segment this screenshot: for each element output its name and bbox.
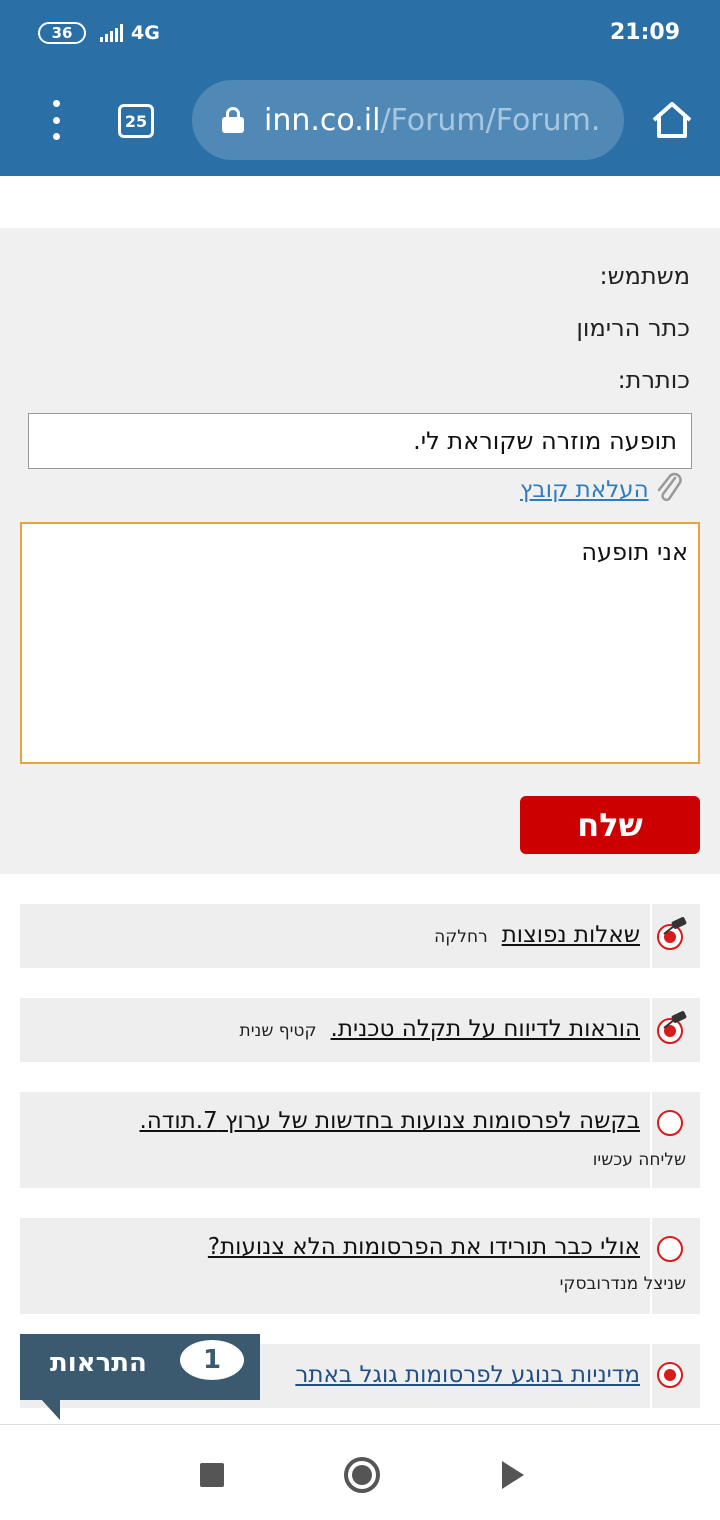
topic-author: רחלקה bbox=[434, 927, 488, 947]
recents-icon[interactable] bbox=[200, 1463, 224, 1487]
signal-icon bbox=[100, 24, 123, 42]
network-type: 4G bbox=[131, 22, 160, 44]
browser-header: 36 4G 21:09 25 inn.co.il/Forum/Forum. bbox=[0, 0, 720, 176]
topic-status-icon bbox=[657, 1110, 683, 1136]
username: כתר הרימון bbox=[576, 314, 690, 342]
topic-title[interactable]: אולי כבר תורידו את הפרסומות הלא צנועות? bbox=[208, 1234, 640, 1260]
topic-status-icon bbox=[657, 1236, 683, 1262]
tabs-button[interactable]: 25 bbox=[118, 104, 154, 138]
topic-title[interactable]: בקשה לפרסומות צנועות בחדשות של ערוץ 7.תו… bbox=[139, 1108, 640, 1134]
status-indicators: 36 4G bbox=[38, 22, 160, 44]
list-item[interactable]: הוראות לדיווח על תקלה טכנית. קטיף שנית bbox=[20, 998, 700, 1062]
lock-icon bbox=[222, 107, 244, 133]
list-item[interactable]: אולי כבר תורידו את הפרסומות הלא צנועות? … bbox=[20, 1218, 700, 1314]
url-text: inn.co.il/Forum/Forum. bbox=[264, 102, 601, 138]
clock: 21:09 bbox=[609, 20, 680, 45]
topic-title[interactable]: מדיניות בנוגע לפרסומות גוגל באתר bbox=[295, 1362, 640, 1388]
message-textarea[interactable]: אני תופעה bbox=[20, 522, 700, 764]
battery-icon: 36 bbox=[38, 22, 86, 44]
pin-icon bbox=[663, 917, 687, 935]
list-item[interactable]: שאלות נפוצות רחלקה bbox=[20, 904, 700, 968]
topic-status-icon bbox=[657, 1362, 683, 1388]
title-input[interactable] bbox=[28, 413, 692, 469]
pin-icon bbox=[663, 1011, 687, 1029]
topic-author: שניצל מנדרובסקי bbox=[559, 1274, 686, 1294]
notifications-tail bbox=[40, 1398, 60, 1420]
reply-form: משתמש: כתר הרימון כותרת: העלאת קובץ אני … bbox=[0, 228, 720, 874]
notifications-button[interactable]: התראות 1 bbox=[20, 1334, 260, 1400]
back-nav-icon[interactable] bbox=[502, 1461, 524, 1489]
system-nav-bar bbox=[0, 1424, 720, 1520]
paperclip-icon bbox=[657, 472, 682, 502]
upload-file[interactable]: העלאת קובץ bbox=[520, 470, 683, 510]
home-nav-icon[interactable] bbox=[344, 1457, 380, 1493]
menu-icon[interactable] bbox=[44, 100, 68, 140]
user-label: משתמש: bbox=[599, 262, 690, 290]
upload-file-link[interactable]: העלאת קובץ bbox=[520, 477, 649, 503]
topic-author: שליחה עכשיו bbox=[592, 1150, 686, 1170]
notifications-label: התראות bbox=[50, 1348, 147, 1378]
topic-title[interactable]: הוראות לדיווח על תקלה טכנית. bbox=[331, 1016, 640, 1042]
topic-author: קטיף שנית bbox=[239, 1021, 317, 1041]
topic-title[interactable]: שאלות נפוצות bbox=[502, 922, 640, 948]
home-icon[interactable] bbox=[650, 100, 694, 140]
notification-count-badge: 1 bbox=[180, 1340, 244, 1380]
title-label: כותרת: bbox=[617, 366, 690, 394]
send-button[interactable]: שלח bbox=[520, 796, 700, 854]
list-item[interactable]: בקשה לפרסומות צנועות בחדשות של ערוץ 7.תו… bbox=[20, 1092, 700, 1188]
address-bar[interactable]: inn.co.il/Forum/Forum. bbox=[192, 80, 624, 160]
